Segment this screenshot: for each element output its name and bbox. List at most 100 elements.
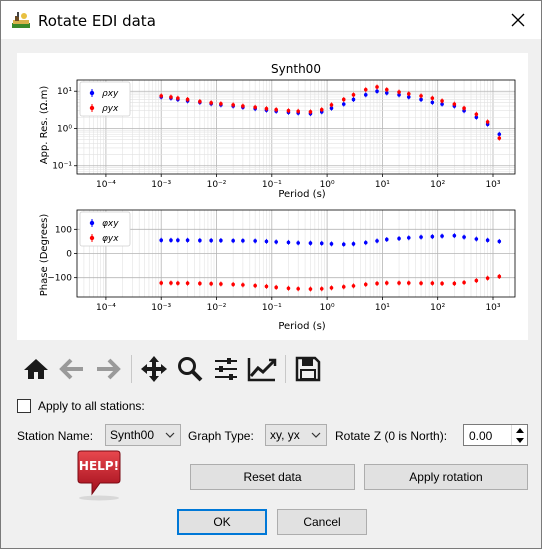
help-label: HELP! [78,459,120,473]
xy-data-point [440,234,444,238]
yx-data-point [406,281,411,285]
yx-data-point [397,90,401,94]
rotate-z-spinbox[interactable]: 0.00 [463,424,528,446]
yx-data-point [363,87,368,92]
spin-up-button[interactable] [512,425,527,435]
home-icon [24,359,48,379]
yx-data-point [219,282,223,286]
forward-button[interactable] [93,353,123,385]
yx-data-point [474,112,479,117]
x-tick-label: 10⁰ [320,303,335,313]
xy-data-point [430,100,435,105]
legend-label: ρxy [102,89,119,99]
yx-data-point [159,94,164,98]
yx-data-point [209,100,213,105]
xy-data-point [452,233,457,238]
yx-data-point [397,281,401,285]
plot-toolbar [17,351,337,387]
x-tick-label: 10⁻³ [151,303,171,313]
yx-data-point [185,281,190,286]
apply-all-checkbox[interactable] [17,399,31,413]
edit-curves-button[interactable] [247,353,277,385]
spin-buttons [511,425,527,445]
apply-all-row: Apply to all stations: [17,397,145,415]
home-button[interactable] [21,353,51,385]
toolbar-separator [285,355,286,383]
yx-data-point [241,104,245,108]
yx-data-point [286,108,291,113]
yx-data-point [253,283,257,288]
reset-data-button[interactable]: Reset data [190,464,355,490]
xy-data-point [497,132,502,137]
yx-data-point [351,93,356,97]
xy-data-point [159,238,164,243]
legend-label: φyx [102,234,119,244]
y-tick-label: 10⁰ [57,124,72,134]
plot-canvas[interactable]: 10⁻⁴ 10⁻³ 10⁻² 10⁻¹ 10⁰ 10¹ 10² 10³ 10¹ 10⁰ 10⁻¹ ρx… [17,53,528,340]
save-icon [295,356,321,382]
resistivity-axes: 10⁻⁴ 10⁻³ 10⁻² 10⁻¹ 10⁰ 10¹ 10² 10³10¹10⁰10⁻¹ρx… [52,79,516,190]
axes-frame [76,79,516,175]
legend-marker [89,235,95,241]
yx-data-point [497,274,502,279]
x-tick-label: 10⁻¹ [262,303,282,313]
yx-data-point [296,286,300,291]
rotate-z-value: 0.00 [469,429,493,443]
yx-data-point [430,281,435,286]
yx-data-point [264,106,269,111]
xy-data-point [351,97,356,102]
zoom-icon [178,357,203,382]
xy-data-point [329,242,334,246]
legend-marker [89,105,95,111]
xy-data-point [462,235,466,239]
save-figure-button[interactable] [293,353,323,385]
rotate-edi-dialog: Rotate EDI data 10⁻⁴ 10⁻³ 10⁻² 10⁻¹ 10⁰ 10¹ 10… [0,0,542,549]
yx-data-point [341,285,346,289]
apply-rotation-button[interactable]: Apply rotation [364,464,528,490]
yx-data-point [198,99,202,104]
legend-marker [89,90,95,96]
station-name-select[interactable]: Synth00 [105,424,181,446]
yx-data-point [329,103,334,107]
graph-type-value: xy, yx [270,428,300,442]
close-button[interactable] [495,1,541,39]
x-tick-label: 10⁻² [207,303,227,313]
pan-button[interactable] [139,353,169,385]
xy-data-point [375,239,379,243]
chevron-down-icon [311,432,321,438]
zoom-button[interactable] [175,353,205,385]
xy-data-point [253,239,257,243]
top-y-axis-label: App. Res. (Ω.m) [39,86,50,165]
legend-label: φxy [102,219,119,229]
close-icon [511,13,525,27]
yx-data-point [274,285,278,290]
graph-type-select[interactable]: xy, yx [265,424,327,446]
yx-data-point [384,281,389,285]
subplots-button[interactable] [211,353,241,385]
graph-type-label: Graph Type: [188,429,254,443]
back-button[interactable] [57,353,87,385]
spin-down-button[interactable] [512,435,527,445]
help-button[interactable]: HELP! [74,450,124,502]
yx-data-point [419,281,423,286]
xy-data-point [308,241,313,245]
x-tick-label: 10⁻⁴ [96,303,116,313]
rotate-z-label: Rotate Z (0 is North): [335,429,448,443]
yx-data-point [231,103,235,107]
xy-data-point [497,239,502,244]
x-tick-label: 10³ [485,303,500,313]
legend-marker [89,220,95,226]
plot-legend: φxy φyx [79,211,131,247]
xy-data-point [341,102,346,106]
yx-data-point [296,109,300,114]
y-tick-label: 0 [66,250,72,260]
cancel-button[interactable]: Cancel [277,509,367,535]
yx-data-point [329,286,334,290]
xy-data-point [231,238,235,243]
xy-data-point [169,238,173,243]
xy-data-point [341,242,346,247]
ok-button[interactable]: OK [177,509,267,535]
xy-data-point [185,238,190,243]
xy-data-point [384,237,389,242]
yx-data-point [308,287,313,291]
